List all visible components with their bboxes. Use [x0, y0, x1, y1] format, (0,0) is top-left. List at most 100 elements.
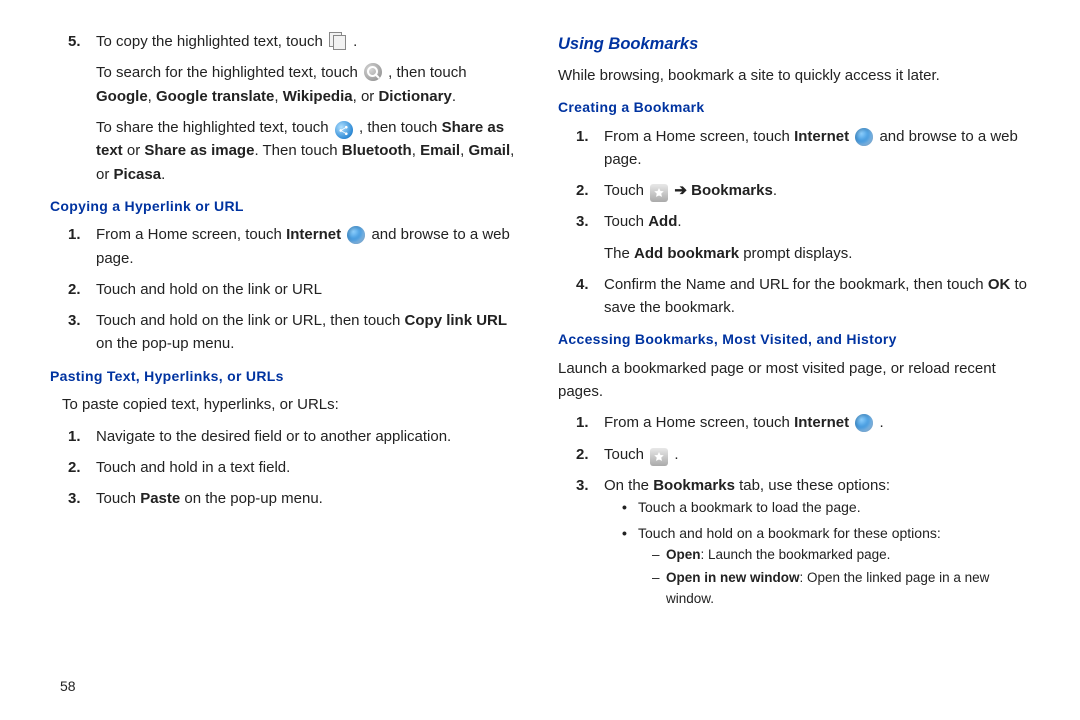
- paste-intro: To paste copied text, hyperlinks, or URL…: [50, 393, 522, 416]
- access-bullets: Touch a bookmark to load the page. Touch…: [622, 497, 1030, 610]
- text: .: [879, 414, 883, 431]
- text: ,: [460, 142, 464, 159]
- text: .: [161, 166, 165, 183]
- bold: Open in new window: [666, 570, 800, 585]
- bold: Paste: [140, 490, 180, 507]
- accessing-steps: From a Home screen, touch Internet . Tou…: [558, 411, 1030, 610]
- text: , or: [353, 88, 375, 105]
- text: .: [677, 213, 681, 230]
- bold: Bluetooth: [342, 142, 412, 159]
- text: .: [353, 33, 357, 50]
- paste-step-2: Touch and hold in a text field.: [68, 456, 522, 479]
- text: . Then touch: [254, 142, 337, 159]
- access-step-2: Touch .: [576, 443, 1030, 466]
- bold: Add bookmark: [634, 245, 739, 262]
- manual-page: To copy the highlighted text, touch . To…: [0, 0, 1080, 720]
- copy-step-1: From a Home screen, touch Internet and b…: [68, 223, 522, 270]
- bold: Bookmarks: [653, 477, 735, 494]
- text: : Launch the bookmarked page.: [701, 547, 891, 562]
- search-icon: [364, 63, 382, 81]
- dash-item: Open in new window: Open the linked page…: [652, 568, 1030, 610]
- bold: Internet: [794, 414, 849, 431]
- internet-globe-icon: [855, 128, 873, 146]
- text: .: [452, 88, 456, 105]
- pasting-steps: Navigate to the desired field or to anot…: [50, 425, 522, 511]
- dash-item: Open: Launch the bookmarked page.: [652, 545, 1030, 566]
- internet-globe-icon: [347, 226, 365, 244]
- heading-accessing-bookmarks: Accessing Bookmarks, Most Visited, and H…: [558, 329, 1030, 351]
- text: , then touch: [388, 64, 466, 81]
- access-step-1: From a Home screen, touch Internet .: [576, 411, 1030, 434]
- text: Touch and hold on a bookmark for these o…: [638, 525, 941, 541]
- text: Navigate to the desired field or to anot…: [96, 428, 451, 445]
- bold: Bookmarks: [691, 182, 773, 199]
- text: on the pop-up menu.: [96, 335, 234, 352]
- bold: Add: [648, 213, 677, 230]
- text: To copy the highlighted text, touch: [96, 33, 323, 50]
- step-5: To copy the highlighted text, touch . To…: [68, 30, 522, 186]
- access-dashes: Open: Launch the bookmarked page. Open i…: [652, 545, 1030, 611]
- access-intro: Launch a bookmarked page or most visited…: [558, 357, 1030, 404]
- internet-globe-icon: [855, 414, 873, 432]
- text: From a Home screen, touch: [96, 226, 282, 243]
- copy-icon: [329, 32, 347, 50]
- text: or: [123, 142, 141, 159]
- bookmarks-star-icon: [650, 448, 668, 466]
- text: prompt displays.: [739, 245, 852, 262]
- bold: Gmail: [468, 142, 510, 159]
- bold: Google: [96, 88, 148, 105]
- bold: Internet: [286, 226, 341, 243]
- text: The: [604, 245, 630, 262]
- bullet-item: Touch a bookmark to load the page.: [622, 497, 1030, 519]
- text: To search for the highlighted text, touc…: [96, 64, 358, 81]
- text: tab, use these options:: [735, 477, 890, 494]
- bold: Wikipedia: [283, 88, 353, 105]
- text: From a Home screen, touch: [604, 128, 790, 145]
- access-step-3: On the Bookmarks tab, use these options:…: [576, 474, 1030, 610]
- text: on the pop-up menu.: [180, 490, 323, 507]
- text: On the: [604, 477, 649, 494]
- bold: Share as image: [144, 142, 254, 159]
- create-step-3b: The Add bookmark prompt displays.: [604, 242, 1030, 265]
- copy-step-3: Touch and hold on the link or URL, then …: [68, 309, 522, 356]
- text: ,: [148, 88, 152, 105]
- text: .: [674, 446, 678, 463]
- text: Touch: [604, 446, 644, 463]
- text: .: [773, 182, 777, 199]
- page-number: 58: [60, 676, 76, 698]
- create-step-4: Confirm the Name and URL for the bookmar…: [576, 273, 1030, 320]
- creating-steps: From a Home screen, touch Internet and b…: [558, 125, 1030, 320]
- create-step-1: From a Home screen, touch Internet and b…: [576, 125, 1030, 172]
- text: ,: [274, 88, 278, 105]
- text: From a Home screen, touch: [604, 414, 790, 431]
- step-5-search: To search for the highlighted text, touc…: [96, 61, 522, 108]
- text: Touch and hold on the link or URL, then …: [96, 312, 400, 329]
- heading-using-bookmarks: Using Bookmarks: [558, 32, 1030, 58]
- text: To share the highlighted text, touch: [96, 119, 329, 136]
- text: Touch and hold on the link or URL: [96, 281, 322, 298]
- bold: OK: [988, 276, 1011, 293]
- bold: Copy link URL: [405, 312, 508, 329]
- text: Touch: [604, 182, 644, 199]
- bold: Email: [420, 142, 460, 159]
- copy-step-2: Touch and hold on the link or URL: [68, 278, 522, 301]
- steps-continued: To copy the highlighted text, touch . To…: [50, 30, 522, 186]
- bookmarks-star-icon: [650, 184, 668, 202]
- text: Touch a bookmark to load the page.: [638, 499, 861, 515]
- text: ,: [412, 142, 416, 159]
- copying-steps: From a Home screen, touch Internet and b…: [50, 223, 522, 355]
- text: Touch: [604, 213, 644, 230]
- column-right: Using Bookmarks While browsing, bookmark…: [540, 30, 1030, 710]
- step-5-share: To share the highlighted text, touch , t…: [96, 116, 522, 186]
- column-left: To copy the highlighted text, touch . To…: [50, 30, 540, 710]
- heading-creating-bookmark: Creating a Bookmark: [558, 97, 1030, 119]
- share-icon: [335, 121, 353, 139]
- paste-step-1: Navigate to the desired field or to anot…: [68, 425, 522, 448]
- arrow-icon: ➔: [674, 182, 687, 199]
- bold: Picasa: [114, 166, 162, 183]
- using-intro: While browsing, bookmark a site to quick…: [558, 64, 1030, 87]
- text: Touch and hold in a text field.: [96, 459, 290, 476]
- bold: Google translate: [156, 88, 274, 105]
- bold: Open: [666, 547, 701, 562]
- text: Confirm the Name and URL for the bookmar…: [604, 276, 984, 293]
